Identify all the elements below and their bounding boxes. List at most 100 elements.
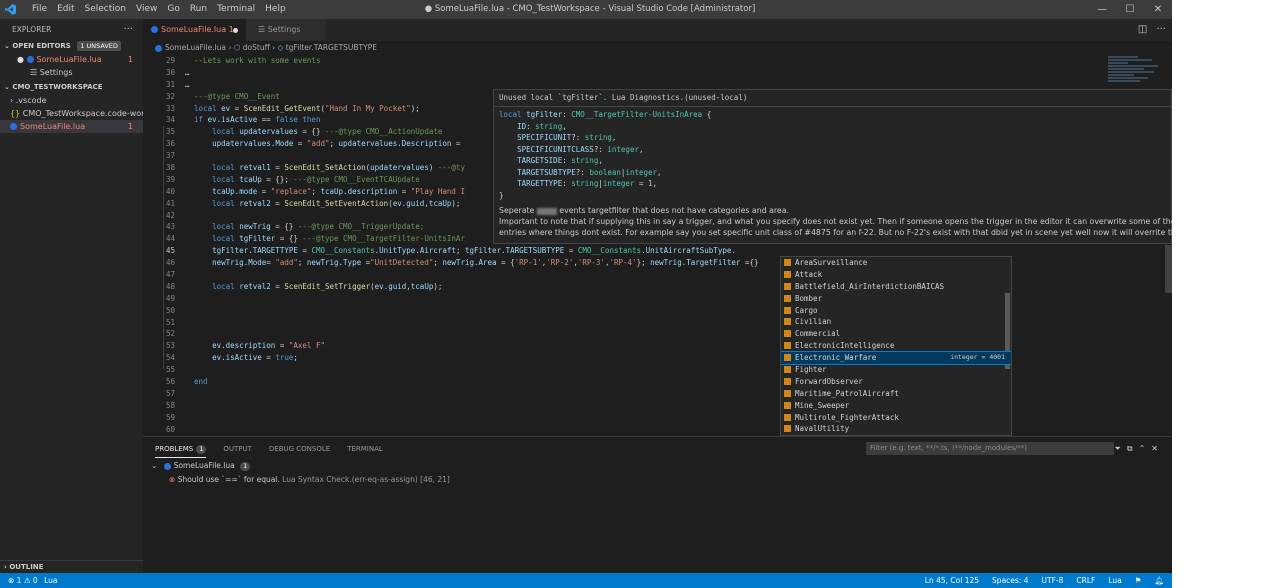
enum-member-icon bbox=[784, 330, 791, 338]
tab-debug-console[interactable]: DEBUG CONSOLE bbox=[269, 441, 330, 458]
tab-settings[interactable]: ☰ Settings bbox=[246, 19, 326, 41]
language-status[interactable]: Lua bbox=[44, 576, 57, 585]
outline-title: OUTLINE bbox=[9, 563, 44, 571]
broadcast-icon[interactable]: ⚑ bbox=[1135, 573, 1142, 588]
problems-badge: 1 bbox=[196, 445, 207, 454]
vscode-window: File Edit Selection View Go Run Terminal… bbox=[0, 0, 1172, 588]
breadcrumb-function[interactable]: doStuff bbox=[243, 43, 270, 52]
tab-problems[interactable]: PROBLEMS 1 bbox=[155, 441, 207, 458]
settings-list-icon: ☰ bbox=[258, 25, 266, 34]
cube-symbol-icon: ⬡ bbox=[233, 43, 241, 52]
collapse-all-icon[interactable]: ⧉ bbox=[1127, 444, 1139, 453]
line-number: 56 bbox=[165, 377, 175, 387]
tab-output[interactable]: OUTPUT bbox=[223, 441, 252, 458]
unsaved-dot-icon[interactable] bbox=[233, 28, 238, 33]
suggestion-item[interactable]: Attack bbox=[781, 269, 1011, 281]
hover-signature: local tgFilter: CMO__TargetFilter-UnitsI… bbox=[499, 110, 712, 200]
problem-row[interactable]: ⊗ Should use `==` for equal. Lua Syntax … bbox=[169, 474, 450, 486]
suggestion-item[interactable]: Civilian bbox=[781, 316, 1011, 328]
menu-run[interactable]: Run bbox=[185, 0, 212, 19]
open-editors-section[interactable]: ⌄ OPEN EDITORS 1 UNSAVED bbox=[0, 40, 143, 53]
notifications-bell-icon[interactable]: 🔔︎ bbox=[1154, 573, 1164, 588]
tree-item-vscode-folder[interactable]: › .vscode bbox=[0, 94, 143, 107]
suggestion-item[interactable]: AreaSurveillance bbox=[781, 257, 1011, 269]
workspace-section[interactable]: ⌄ CMO_TESTWORKSPACE bbox=[0, 81, 143, 94]
suggestion-label: NavalUtility bbox=[795, 424, 850, 434]
suggestion-item[interactable]: Cargo bbox=[781, 305, 1011, 317]
line-number: 47 bbox=[165, 270, 175, 280]
line-number: 49 bbox=[165, 293, 175, 303]
cursor-position[interactable]: Ln 45, Col 125 bbox=[925, 573, 979, 588]
tree-item-label: SomeLuaFile.lua bbox=[20, 122, 86, 131]
suggestion-item[interactable]: Fighter bbox=[781, 364, 1011, 376]
editor-scrollbar[interactable] bbox=[1165, 245, 1172, 293]
close-panel-icon[interactable]: ✕ bbox=[1151, 444, 1164, 453]
language-mode[interactable]: Lua bbox=[1108, 573, 1121, 588]
split-editor-icon[interactable]: ◫ bbox=[1138, 24, 1147, 35]
problems-status[interactable]: ⊗ 1 ⚠ 0 bbox=[8, 576, 38, 585]
line-ending[interactable]: CRLF bbox=[1076, 573, 1095, 588]
breadcrumb: SomeLuaFile.lua › ⬡ doStuff › ◇ tgFilter… bbox=[143, 41, 1172, 55]
code-line: … bbox=[185, 67, 190, 77]
more-actions-icon[interactable]: ··· bbox=[123, 19, 133, 40]
indentation[interactable]: Spaces: 4 bbox=[992, 573, 1028, 588]
breadcrumb-file[interactable]: SomeLuaFile.lua bbox=[165, 43, 226, 52]
suggestion-item[interactable]: Bomber bbox=[781, 293, 1011, 305]
line-number: 38 bbox=[165, 163, 175, 173]
open-editors-title: OPEN EDITORS bbox=[12, 42, 71, 50]
menu-help[interactable]: Help bbox=[260, 0, 291, 19]
line-number: 36 bbox=[165, 139, 175, 149]
problem-file-row[interactable]: ⌄ SomeLuaFile.lua 1 bbox=[151, 460, 251, 472]
close-icon[interactable]: ✕ bbox=[1144, 0, 1172, 19]
line-number: 45 bbox=[165, 246, 175, 256]
tab-someluafile[interactable]: SomeLuaFile.lua 1 bbox=[143, 19, 246, 41]
autocomplete-suggestions[interactable]: AreaSurveillance Attack Battlefield_AirInt… bbox=[780, 256, 1012, 436]
maximize-icon[interactable]: ☐ bbox=[1116, 0, 1144, 19]
line-number: 34 bbox=[165, 115, 175, 125]
line-number: 41 bbox=[165, 198, 175, 208]
suggestion-item[interactable]: ForwardObserver bbox=[781, 376, 1011, 388]
line-number: 39 bbox=[165, 174, 175, 184]
open-editor-item-lua[interactable]: ● SomeLuaFile.lua 1 bbox=[0, 53, 143, 66]
menu-file[interactable]: File bbox=[27, 0, 52, 19]
suggestion-label: Cargo bbox=[795, 305, 818, 315]
problems-filter-input[interactable]: Filter (e.g. text, **/*.ts, !**/node_mod… bbox=[866, 442, 1114, 455]
line-number: 59 bbox=[165, 412, 175, 422]
problem-count: 1 bbox=[127, 55, 133, 64]
menu-go[interactable]: Go bbox=[162, 0, 184, 19]
enum-member-icon bbox=[784, 377, 791, 385]
problem-source: Lua Syntax Check.(err-eq-as-assign) bbox=[282, 475, 418, 484]
line-number: 31 bbox=[165, 79, 175, 89]
menu-terminal[interactable]: Terminal bbox=[212, 0, 260, 19]
hover-documentation: Seperate events targetfilter that does n… bbox=[494, 203, 1172, 240]
suggestion-item[interactable]: Mine_Sweeper bbox=[781, 400, 1011, 412]
suggestion-item[interactable]: Electronic_Warfare integer = 4001 bbox=[781, 351, 1011, 366]
suggestion-item[interactable]: Commercial bbox=[781, 328, 1011, 340]
encoding[interactable]: UTF-8 bbox=[1042, 573, 1064, 588]
filter-icon[interactable]: ⏷ bbox=[1114, 444, 1126, 453]
enum-member-icon bbox=[784, 413, 791, 421]
suggestion-item[interactable]: Battlefield_AirInterdictionBAICAS bbox=[781, 281, 1011, 293]
tree-item-lua-file[interactable]: SomeLuaFile.lua 1 bbox=[0, 120, 143, 133]
open-editor-item-settings[interactable]: ☰ Settings bbox=[0, 66, 143, 79]
dirty-dot-icon[interactable]: ● bbox=[17, 55, 24, 64]
tab-terminal[interactable]: TERMINAL bbox=[347, 441, 383, 458]
more-actions-icon[interactable]: ··· bbox=[1156, 24, 1166, 35]
suggestion-item[interactable]: Maritime_PatrolAircraft bbox=[781, 388, 1011, 400]
problem-count: 1 bbox=[127, 122, 133, 131]
minimize-icon[interactable]: — bbox=[1088, 0, 1116, 19]
tree-item-workspace-file[interactable]: {} CMO_TestWorkspace.code-wor... bbox=[0, 107, 143, 120]
doc-text: entries where things dont exist. For exa… bbox=[499, 228, 1172, 237]
maximize-panel-icon[interactable]: ⌃ bbox=[1139, 444, 1152, 453]
menu-selection[interactable]: Selection bbox=[80, 0, 131, 19]
line-number-gutter: 29 30 31 32 33 34 35 36 37 38 39 40 41 42 43 44 45 46 47 48… bbox=[143, 55, 175, 436]
suggestion-item[interactable]: Multirole_FighterAttack bbox=[781, 412, 1011, 424]
outline-section[interactable]: › OUTLINE bbox=[0, 560, 143, 573]
suggestion-item[interactable]: NavalUtility bbox=[781, 423, 1011, 435]
line-number: 33 bbox=[165, 103, 175, 113]
menu-view[interactable]: View bbox=[131, 0, 162, 19]
chevron-right-icon: › bbox=[10, 96, 14, 105]
menu-edit[interactable]: Edit bbox=[52, 0, 79, 19]
suggestion-item[interactable]: ElectronicIntelligence bbox=[781, 340, 1011, 352]
breadcrumb-symbol[interactable]: tgFilter.TARGETSUBTYPE bbox=[286, 43, 377, 52]
